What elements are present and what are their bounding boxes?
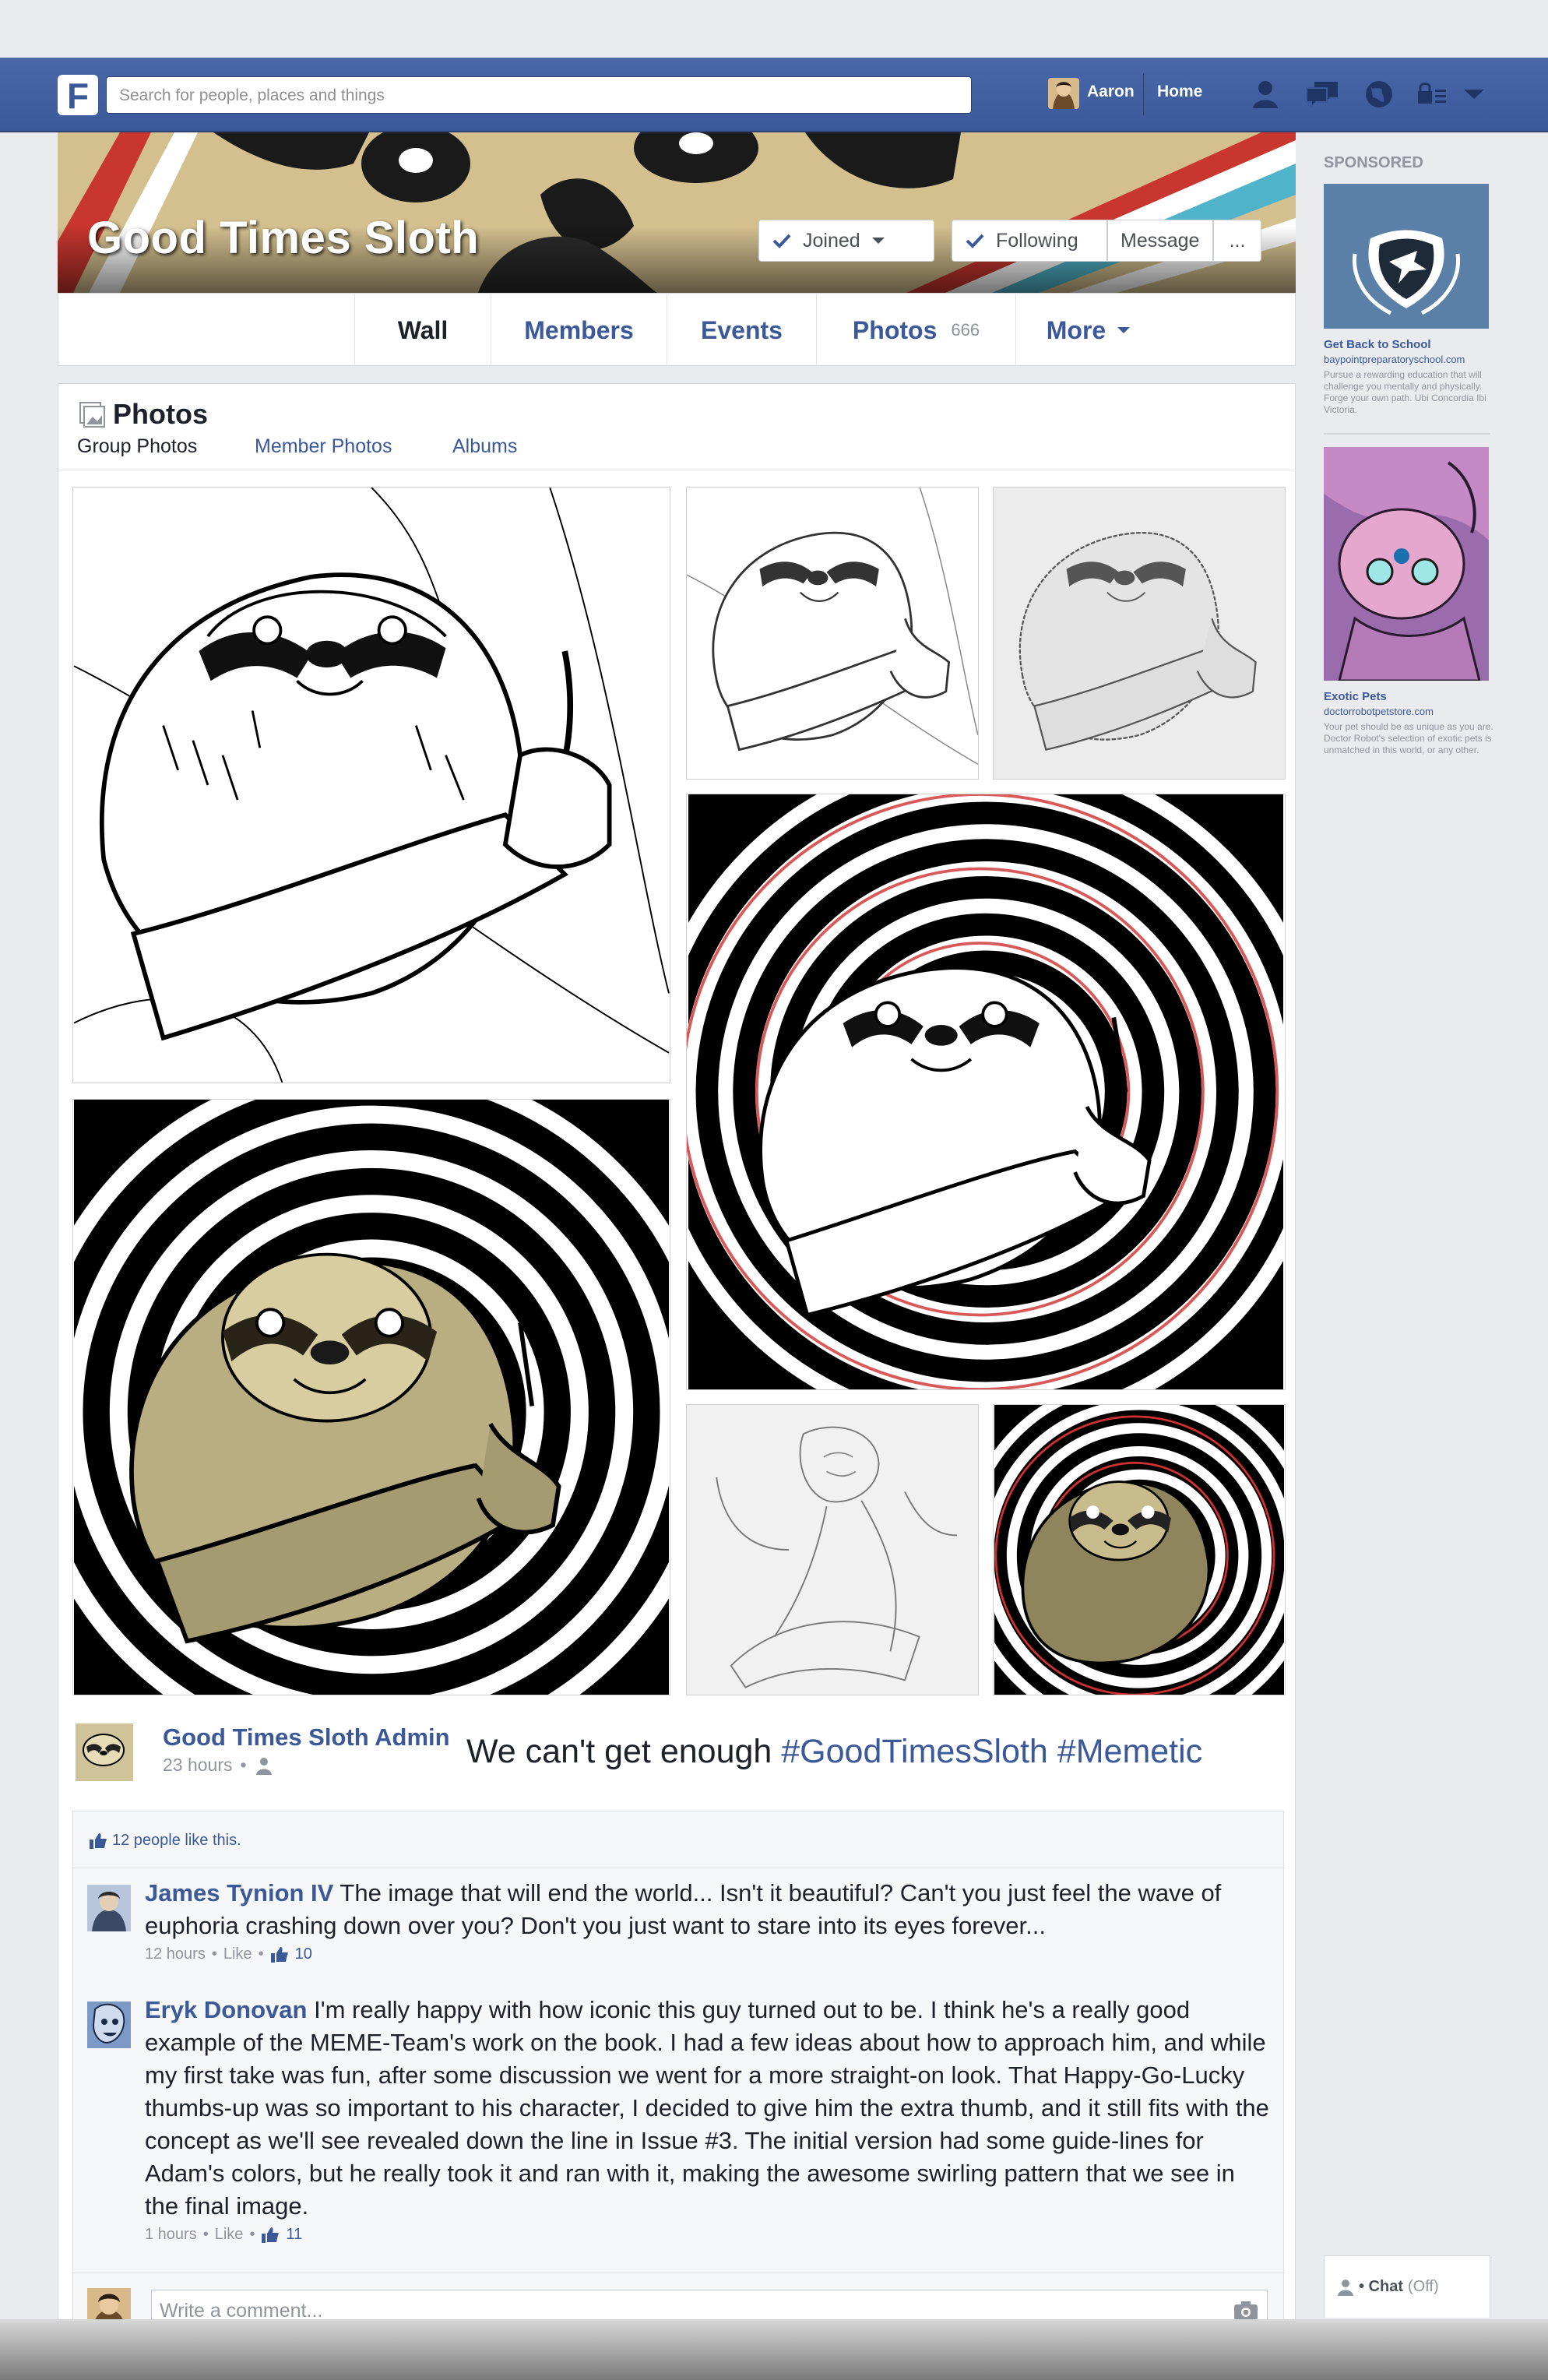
joined-button[interactable]: Joined — [758, 220, 934, 262]
commenter-name[interactable]: Eryk Donovan — [145, 1996, 307, 2023]
admin-avatar[interactable] — [76, 1723, 133, 1781]
photos-title: Photos — [113, 398, 208, 430]
comment-meta: 12 hours • Like • 10 — [145, 1945, 312, 1963]
sponsored-label: SPONSORED — [1324, 154, 1423, 171]
tab-member-photos[interactable]: Member Photos — [255, 435, 392, 458]
comment-time[interactable]: 12 hours — [145, 1945, 206, 1963]
photo-thumbnail[interactable] — [686, 794, 1286, 1390]
chevron-down-icon — [1117, 327, 1131, 333]
following-label: Following — [996, 229, 1078, 252]
chat-label: • Chat — [1359, 2278, 1404, 2295]
photos-count: 666 — [951, 320, 980, 340]
tab-events[interactable]: Events — [667, 294, 817, 367]
separator-dot: • — [211, 1945, 217, 1963]
tab-label: Wall — [397, 315, 449, 344]
friends-icon[interactable] — [1244, 73, 1286, 115]
group-name: Good Times Sloth — [87, 213, 480, 263]
comment-likes-count[interactable]: 11 — [286, 2226, 302, 2244]
like-link[interactable]: Like — [223, 1945, 252, 1963]
photo-thumbnail[interactable] — [993, 487, 1286, 780]
chat-bar[interactable]: • Chat (Off) — [1324, 2255, 1490, 2318]
tab-albums[interactable]: Albums — [452, 435, 517, 458]
comment-time[interactable]: 1 hours — [145, 2226, 197, 2244]
chat-status: (Off) — [1408, 2278, 1439, 2295]
separator-dot: • — [202, 2226, 209, 2243]
photo-thumbnail[interactable] — [686, 1404, 979, 1695]
camera-icon[interactable] — [1233, 2301, 1258, 2321]
ad-text: Your pet should be as unique as you are.… — [1324, 721, 1493, 755]
photos-icon — [79, 402, 105, 428]
photo-thumbnail[interactable] — [72, 1099, 670, 1695]
bottom-shadow — [0, 2319, 1548, 2380]
ad-title[interactable]: Exotic Pets — [1324, 690, 1387, 703]
following-button[interactable]: Following — [952, 220, 1107, 262]
messages-icon[interactable] — [1302, 73, 1344, 115]
chat-user-icon — [1338, 2279, 1353, 2296]
comment: Eryk Donovan I'm really happy with how i… — [145, 1994, 1274, 2223]
photo-thumbnail[interactable] — [993, 1404, 1286, 1695]
tab-more[interactable]: More — [1016, 294, 1161, 367]
post-author[interactable]: Good Times Sloth Admin — [163, 1723, 450, 1752]
separator-dot: • — [258, 1945, 264, 1963]
globe-icon[interactable] — [1358, 73, 1400, 115]
privacy-icon[interactable] — [1411, 73, 1453, 115]
hashtag-link[interactable]: #GoodTimesSloth — [781, 1733, 1048, 1770]
photos-card: Photos Group Photos Member Photos Albums — [58, 383, 1296, 2347]
tab-photos[interactable]: Photos 666 — [817, 294, 1016, 367]
commenter-avatar[interactable] — [87, 1885, 131, 1931]
search-input[interactable]: Search for people, places and things — [106, 76, 972, 114]
likes-summary[interactable]: 12 people like this. — [89, 1832, 241, 1850]
ad-url[interactable]: doctorrobotpetstore.com — [1324, 706, 1434, 717]
check-icon — [966, 234, 984, 248]
likes-count-link: 12 people like this. — [112, 1832, 241, 1849]
joined-label: Joined — [803, 229, 860, 252]
post-meta: 23 hours • — [163, 1755, 273, 1776]
group-tabs: Wall Members Events Photos 666 More — [58, 293, 1296, 367]
chevron-down-icon — [871, 238, 885, 244]
profile-link[interactable]: Aaron — [1087, 83, 1135, 101]
divider — [1143, 73, 1144, 115]
tab-members[interactable]: Members — [491, 294, 667, 367]
photo-thumbnail[interactable] — [72, 487, 670, 1083]
ad-image[interactable] — [1324, 184, 1489, 329]
comments-section: 12 people like this. James Tynion IV The… — [72, 1811, 1285, 2347]
tab-label: More — [1046, 315, 1106, 344]
comment: James Tynion IV The image that will end … — [145, 1877, 1274, 1942]
ad-text: Pursue a rewarding education that will c… — [1324, 369, 1486, 415]
divider — [1324, 433, 1490, 435]
thumbs-up-icon — [270, 1946, 288, 1963]
top-navigation-bar: F Search for people, places and things A… — [0, 58, 1548, 132]
post-body: We can't get enough — [466, 1733, 782, 1770]
ad-url[interactable]: baypointpreparatoryschool.com — [1324, 354, 1465, 365]
tab-wall[interactable]: Wall — [354, 294, 491, 367]
comment-likes-count[interactable]: 10 — [295, 1945, 312, 1963]
separator-dot: • — [240, 1755, 247, 1775]
commenter-avatar[interactable] — [87, 2002, 131, 2048]
message-button[interactable]: Message — [1107, 220, 1213, 262]
tab-label: Events — [701, 315, 783, 344]
photo-thumbnail[interactable] — [686, 487, 979, 780]
post-time[interactable]: 23 hours — [163, 1755, 233, 1776]
post-text: We can't get enough #GoodTimesSloth #Mem… — [466, 1733, 1202, 1771]
tab-label: Members — [524, 315, 634, 344]
comment-text: I'm really happy with how iconic this gu… — [145, 1996, 1269, 2220]
dropdown-arrow-icon[interactable] — [1453, 73, 1495, 115]
audience-icon[interactable] — [255, 1756, 273, 1775]
hashtag-link[interactable]: #Memetic — [1057, 1733, 1202, 1770]
ad-title[interactable]: Get Back to School — [1324, 338, 1431, 351]
tab-group-photos[interactable]: Group Photos — [77, 435, 197, 458]
like-link[interactable]: Like — [215, 2226, 244, 2244]
facebook-logo-icon[interactable]: F — [58, 75, 98, 116]
ad-image[interactable] — [1324, 447, 1489, 681]
thumbs-up-icon — [262, 2227, 280, 2243]
check-icon — [772, 234, 791, 248]
home-link[interactable]: Home — [1157, 83, 1202, 101]
thumbs-up-icon — [90, 1833, 107, 1849]
more-options-button[interactable]: ... — [1213, 220, 1261, 262]
commenter-name[interactable]: James Tynion IV — [145, 1879, 333, 1906]
user-avatar[interactable] — [1048, 78, 1079, 109]
comment-meta: 1 hours • Like • 11 — [145, 2226, 302, 2244]
tab-label: Photos — [852, 315, 938, 344]
separator-dot: • — [249, 2226, 255, 2243]
